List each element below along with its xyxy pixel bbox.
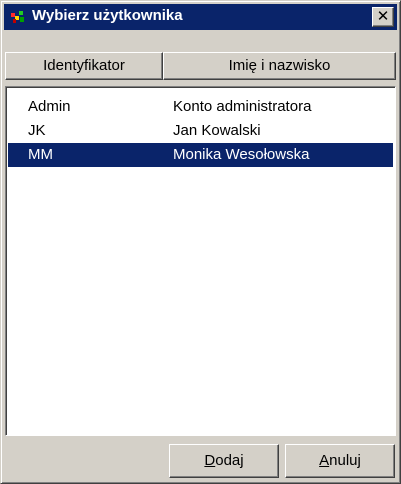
dialog-window: Wybierz użytkownika ✕ Identyfikator Imię… <box>0 0 401 484</box>
user-id: Admin <box>28 98 71 115</box>
list-item-selected[interactable]: MM Monika Wesołowska <box>8 143 393 167</box>
user-id: JK <box>28 122 46 139</box>
user-id: MM <box>28 146 53 163</box>
window-title: Wybierz użytkownika <box>32 7 183 24</box>
cancel-button-label: nuluj <box>329 452 361 469</box>
user-list[interactable]: Admin Konto administratora JK Jan Kowals… <box>5 86 396 436</box>
add-button[interactable]: Dodaj <box>169 444 279 478</box>
add-button-mnemonic: D <box>204 452 216 469</box>
list-item[interactable]: Admin Konto administratora <box>8 95 393 119</box>
list-header: Identyfikator Imię i nazwisko <box>5 52 396 80</box>
user-name: Konto administratora <box>173 98 312 115</box>
add-button-label: odaj <box>215 452 244 469</box>
column-header-identifier[interactable]: Identyfikator <box>5 52 163 80</box>
users-icon <box>11 11 24 23</box>
user-name: Jan Kowalski <box>173 122 261 139</box>
list-item[interactable]: JK Jan Kowalski <box>8 119 393 143</box>
cancel-button[interactable]: Anuluj <box>285 444 395 478</box>
user-name: Monika Wesołowska <box>173 146 310 163</box>
title-bar[interactable]: Wybierz użytkownika ✕ <box>4 4 397 30</box>
column-header-name[interactable]: Imię i nazwisko <box>163 52 396 80</box>
close-icon: ✕ <box>376 8 390 25</box>
close-button[interactable]: ✕ <box>372 7 394 27</box>
cancel-button-mnemonic: A <box>319 452 330 469</box>
